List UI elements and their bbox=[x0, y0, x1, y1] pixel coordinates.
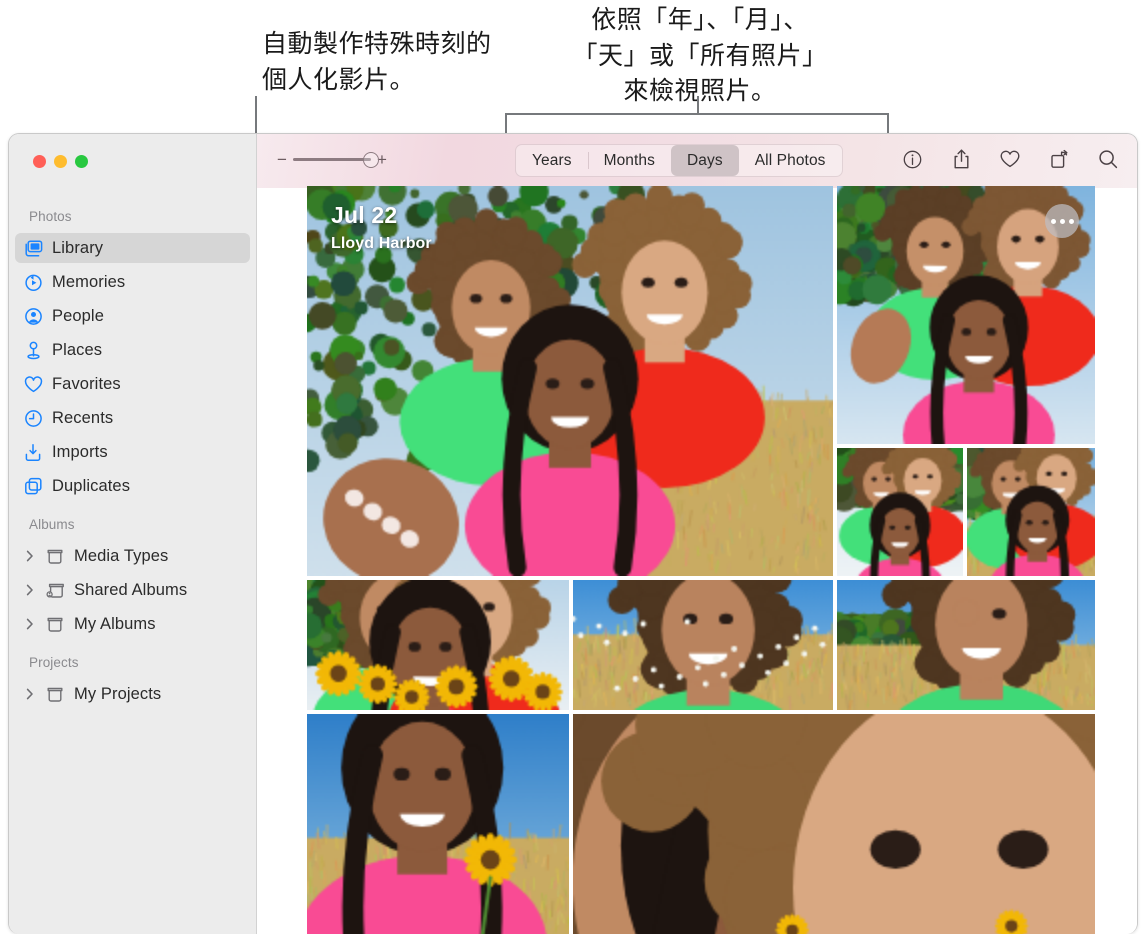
photo-4[interactable] bbox=[967, 448, 1095, 576]
sidebar-item-shared-albums[interactable]: Shared Albums bbox=[15, 575, 250, 605]
shared-album-icon bbox=[45, 580, 65, 600]
photo-8[interactable] bbox=[307, 714, 569, 934]
heart-icon bbox=[23, 374, 43, 394]
photo-2[interactable] bbox=[837, 186, 1095, 444]
photo-7[interactable] bbox=[837, 580, 1095, 710]
sidebar-group-title-albums: Albums bbox=[29, 517, 75, 532]
callout-right-bracket-left bbox=[505, 113, 507, 133]
people-icon bbox=[23, 306, 43, 326]
album-icon bbox=[45, 546, 65, 566]
sidebar: Photos Library Memories People Places Favorit… bbox=[9, 134, 257, 934]
sidebar-item-label: Places bbox=[52, 340, 103, 359]
info-icon[interactable] bbox=[899, 146, 925, 172]
share-icon[interactable] bbox=[948, 146, 974, 172]
segment-days[interactable]: Days bbox=[671, 145, 739, 176]
photo-3[interactable] bbox=[837, 448, 963, 576]
zoom-slider[interactable]: − + bbox=[277, 151, 387, 168]
chevron-right-icon[interactable] bbox=[23, 584, 36, 596]
segment-months[interactable]: Months bbox=[587, 145, 671, 176]
callout-view-modes-text: 依照「年」、「月」、 「天」或「所有照片」 來檢視照片。 bbox=[572, 5, 828, 105]
close-button[interactable] bbox=[33, 155, 46, 168]
sidebar-item-label: Imports bbox=[52, 442, 108, 461]
day-header-date: Jul 22 bbox=[331, 202, 398, 228]
sidebar-item-label: Media Types bbox=[74, 546, 169, 565]
sidebar-item-my-albums[interactable]: My Albums bbox=[15, 609, 250, 639]
view-mode-segmented-control[interactable]: Years Months Days All Photos bbox=[515, 144, 843, 177]
sidebar-item-places[interactable]: Places bbox=[15, 335, 250, 365]
zoom-slider-knob[interactable] bbox=[362, 151, 379, 168]
sidebar-item-people[interactable]: People bbox=[15, 301, 250, 331]
maximize-button[interactable] bbox=[75, 155, 88, 168]
photo-grid-area: Jul 22 Lloyd Harbor bbox=[257, 186, 1137, 934]
rotate-icon[interactable] bbox=[1046, 146, 1072, 172]
day-header-label: Jul 22 Lloyd Harbor bbox=[331, 202, 432, 253]
callout-memories-text: 自動製作特殊時刻的 個人化影片。 bbox=[262, 29, 492, 94]
sidebar-item-favorites[interactable]: Favorites bbox=[15, 369, 250, 399]
sidebar-item-label: Duplicates bbox=[52, 476, 131, 495]
library-icon bbox=[23, 238, 43, 258]
segment-years[interactable]: Years bbox=[516, 145, 588, 176]
album-icon bbox=[45, 684, 65, 704]
chevron-right-icon[interactable] bbox=[23, 550, 36, 562]
callout-right-bracket-right bbox=[887, 113, 889, 133]
chevron-right-icon[interactable] bbox=[23, 688, 36, 700]
sidebar-item-imports[interactable]: Imports bbox=[15, 437, 250, 467]
more-options-button[interactable] bbox=[1045, 204, 1079, 238]
import-icon bbox=[23, 442, 43, 462]
sidebar-item-my-projects[interactable]: My Projects bbox=[15, 679, 250, 709]
zoom-slider-track[interactable] bbox=[292, 151, 379, 168]
photo-6[interactable] bbox=[573, 580, 833, 710]
sidebar-item-media-types[interactable]: Media Types bbox=[15, 541, 250, 571]
sidebar-item-label: My Projects bbox=[74, 684, 162, 703]
minimize-button[interactable] bbox=[54, 155, 67, 168]
sidebar-item-recents[interactable]: Recents bbox=[15, 403, 250, 433]
callout-right-bracket-top bbox=[505, 113, 889, 115]
sidebar-group-title-projects: Projects bbox=[29, 655, 79, 670]
sidebar-item-library[interactable]: Library bbox=[15, 233, 250, 263]
toolbar: − + Years Months Days All Photos bbox=[257, 134, 1137, 188]
places-icon bbox=[23, 340, 43, 360]
sidebar-item-label: Recents bbox=[52, 408, 114, 427]
toolbar-icon-group bbox=[899, 146, 1121, 172]
hero-photo[interactable]: Jul 22 Lloyd Harbor bbox=[307, 186, 833, 576]
zoom-out-label[interactable]: − bbox=[277, 151, 287, 168]
duplicates-icon bbox=[23, 476, 43, 496]
photo-grid: Jul 22 Lloyd Harbor bbox=[307, 186, 1095, 934]
sidebar-item-label: Shared Albums bbox=[74, 580, 188, 599]
callout-right-leader-stem bbox=[697, 96, 699, 114]
photos-app-window: Photos Library Memories People Places Favorit… bbox=[8, 133, 1138, 934]
segment-all-photos[interactable]: All Photos bbox=[739, 145, 842, 176]
sidebar-item-label: People bbox=[52, 306, 104, 325]
sidebar-item-label: Memories bbox=[52, 272, 126, 291]
window-traffic-lights bbox=[33, 155, 88, 168]
photo-9[interactable] bbox=[573, 714, 1095, 934]
memories-icon bbox=[23, 272, 43, 292]
sidebar-item-duplicates[interactable]: Duplicates bbox=[15, 471, 250, 501]
sidebar-item-label: Library bbox=[52, 238, 104, 257]
clock-icon bbox=[23, 408, 43, 428]
search-icon[interactable] bbox=[1095, 146, 1121, 172]
sidebar-item-memories[interactable]: Memories bbox=[15, 267, 250, 297]
photo-5[interactable] bbox=[307, 580, 569, 710]
sidebar-item-label: My Albums bbox=[74, 614, 156, 633]
sidebar-group-title-photos: Photos bbox=[29, 209, 72, 224]
album-icon bbox=[45, 614, 65, 634]
sidebar-item-label: Favorites bbox=[52, 374, 121, 393]
heart-icon[interactable] bbox=[997, 146, 1023, 172]
day-header-place: Lloyd Harbor bbox=[331, 235, 432, 252]
chevron-right-icon[interactable] bbox=[23, 618, 36, 630]
